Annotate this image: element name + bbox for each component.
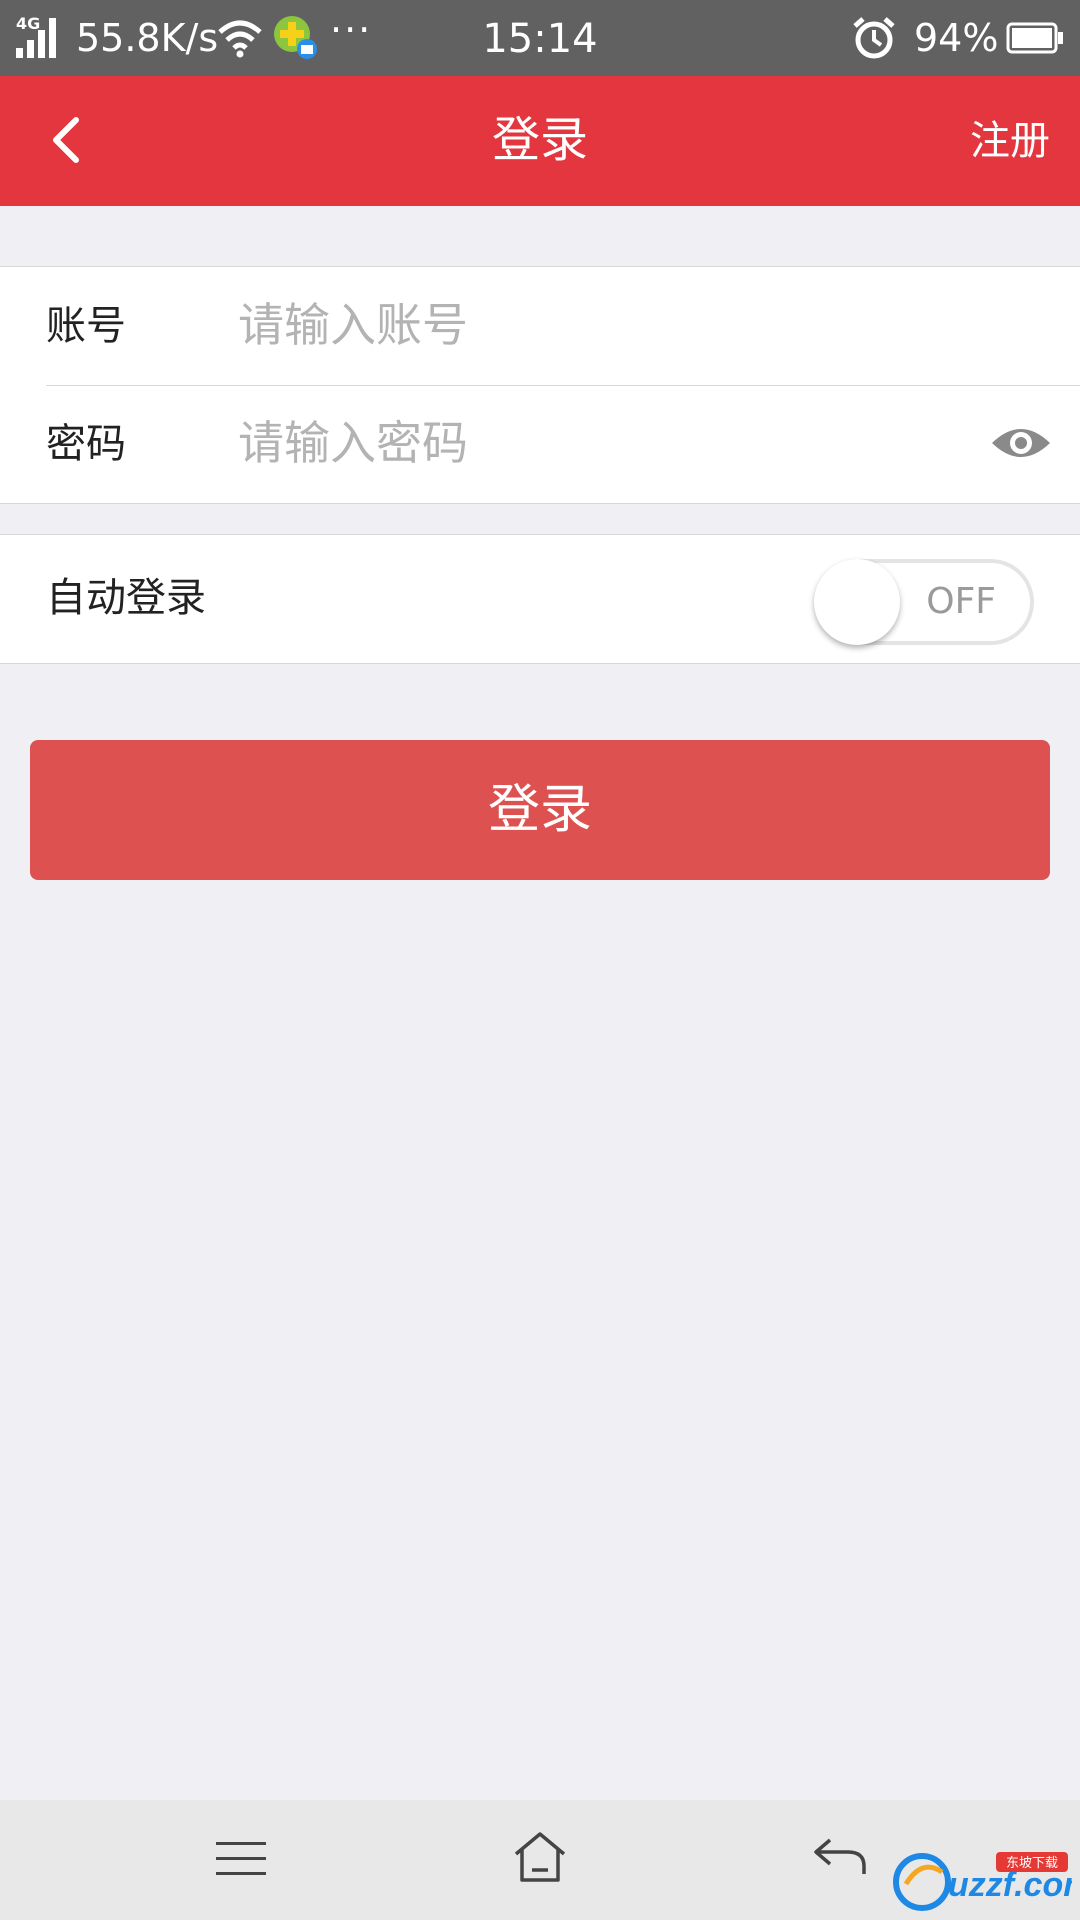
- register-button[interactable]: 注册: [970, 114, 1050, 168]
- password-input[interactable]: [238, 411, 958, 475]
- menu-icon[interactable]: [214, 1836, 268, 1882]
- svg-text:东坡下载: 东坡下载: [1006, 1856, 1058, 1871]
- toggle-state-text: OFF: [926, 581, 996, 622]
- back-arrow-icon[interactable]: [812, 1836, 868, 1878]
- login-button[interactable]: 登录: [30, 740, 1050, 880]
- account-input[interactable]: [238, 293, 958, 357]
- auto-login-label: 自动登录: [46, 575, 206, 621]
- account-label: 账号: [46, 303, 126, 349]
- account-row: 账号: [0, 267, 1080, 385]
- battery-icon: [1006, 22, 1063, 54]
- eye-icon[interactable]: [990, 423, 1052, 463]
- battery-percent: 94%: [914, 16, 999, 60]
- status-bar: 4G 55.8K/s ··· 15:14 94%: [0, 0, 1080, 76]
- app-header: 登录 注册: [0, 76, 1080, 206]
- auto-login-toggle[interactable]: OFF: [814, 559, 1034, 645]
- password-label: 密码: [46, 421, 126, 467]
- home-icon[interactable]: [512, 1830, 568, 1884]
- password-row: 密码: [0, 385, 1080, 503]
- auto-login-row: 自动登录 OFF: [0, 534, 1080, 664]
- alarm-icon: [853, 17, 895, 59]
- login-form: 账号 密码: [0, 266, 1080, 504]
- page-title: 登录: [491, 112, 588, 168]
- site-watermark-logo: uzzf.com 东坡下载: [893, 1852, 1072, 1911]
- toggle-knob: [814, 559, 900, 645]
